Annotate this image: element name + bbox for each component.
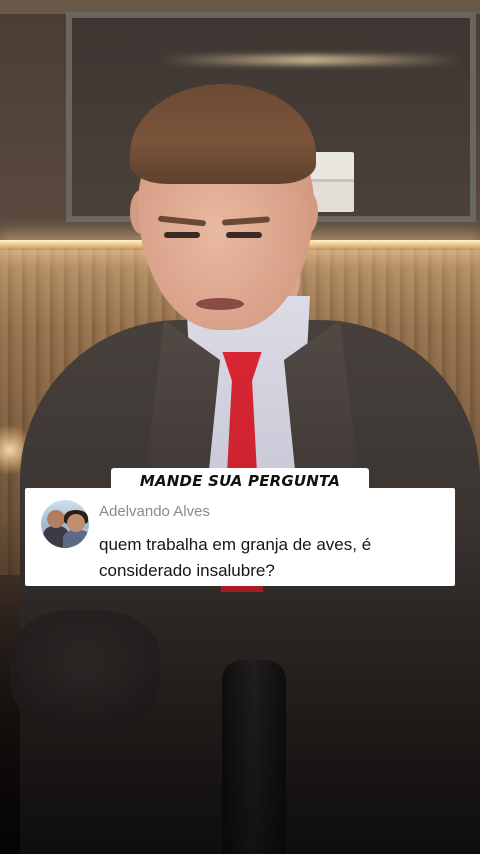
comment-text: quem trabalha em granja de aves, é consi… — [99, 535, 372, 580]
avatar-person-1-face — [47, 510, 65, 528]
commenter-avatar[interactable] — [41, 500, 89, 548]
avatar-person-2-face — [67, 514, 85, 532]
vignette — [0, 0, 480, 854]
commenter-name[interactable]: Adelvando Alves — [99, 503, 210, 520]
comment-reply-card[interactable]: Adelvando Alves quem trabalha em granja … — [25, 488, 455, 586]
avatar-person-2-body — [63, 530, 89, 548]
video-frame: MANDE SUA PERGUNTA Adelvando Alves quem … — [0, 0, 480, 854]
